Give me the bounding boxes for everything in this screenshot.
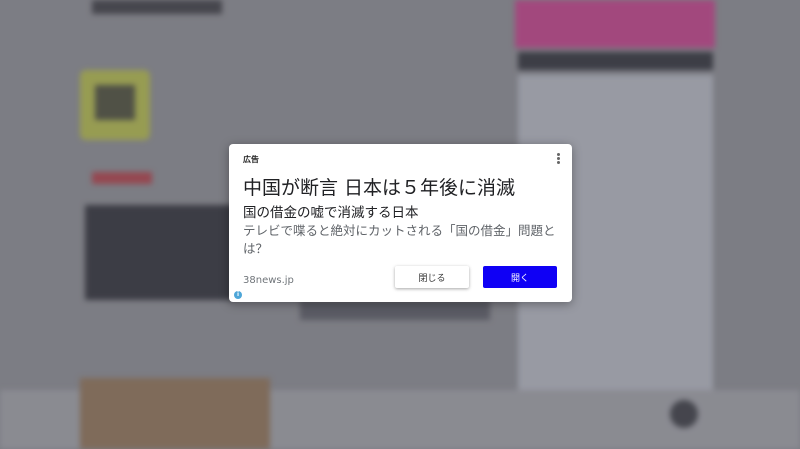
open-button[interactable]: 開く bbox=[483, 266, 557, 288]
ad-label: 広告 bbox=[243, 155, 259, 164]
more-vert-icon[interactable] bbox=[557, 153, 561, 165]
adchoices-icon[interactable]: i bbox=[234, 291, 242, 299]
ad-subheadline[interactable]: 国の借金の嘘で消滅する日本 bbox=[243, 201, 419, 221]
ad-domain[interactable]: 38news.jp bbox=[243, 275, 294, 286]
ad-dialog: 広告 中国が断言 日本は５年後に消滅 国の借金の嘘で消滅する日本 テレビで喋ると… bbox=[229, 144, 572, 302]
ad-body[interactable]: テレビで喋ると絶対にカットされる「国の借金」問題とは？ bbox=[243, 222, 561, 258]
close-button[interactable]: 閉じる bbox=[395, 266, 469, 288]
ad-headline[interactable]: 中国が断言 日本は５年後に消滅 bbox=[243, 173, 515, 200]
